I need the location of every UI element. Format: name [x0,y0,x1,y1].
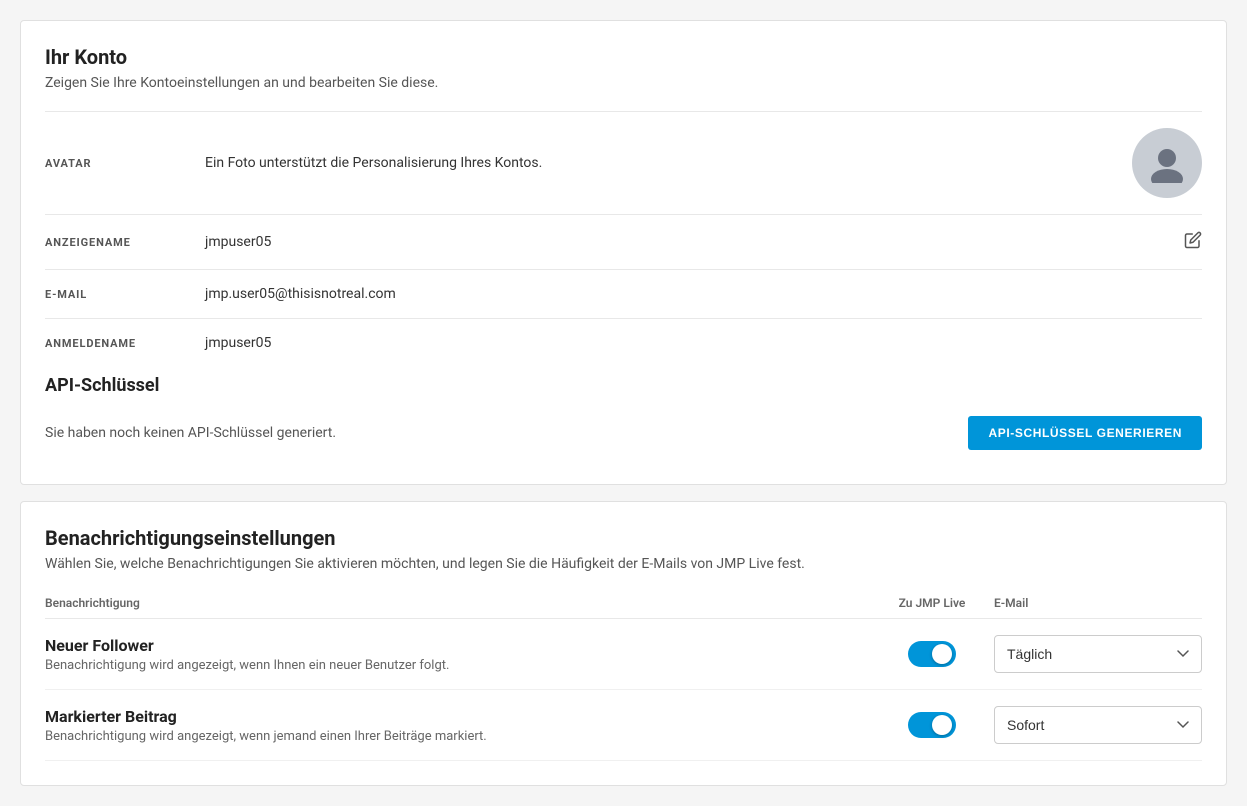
edit-display-name-icon[interactable] [1184,231,1202,253]
notifications-title: Benachrichtigungseinstellungen [45,526,1202,550]
display-name-label: ANZEIGENAME [45,236,205,249]
display-name-value: jmpuser05 [205,234,1184,250]
account-subtitle: Zeigen Sie Ihre Kontoeinstellungen an un… [45,75,1202,91]
display-name-row: ANZEIGENAME jmpuser05 [45,214,1202,269]
email-frequency-select[interactable]: SofortTäglichWöchentlichNie [994,635,1202,673]
header-jmp-live: Zu JMP Live [882,596,982,610]
notifications-rows: Neuer Follower Benachrichtigung wird ange… [45,619,1202,761]
header-email: E-Mail [982,596,1202,610]
notification-info: Markierter Beitrag Benachrichtigung wird … [45,707,882,744]
notification-description: Benachrichtigung wird angezeigt, wenn Ih… [45,658,882,673]
email-value: jmp.user05@thisisnotreal.com [205,286,1202,302]
avatar[interactable] [1132,128,1202,198]
page-wrapper: Ihr Konto Zeigen Sie Ihre Kontoeinstellu… [0,0,1247,806]
notification-toggle-col [882,712,982,738]
notification-select-col: SofortTäglichWöchentlichNie [982,706,1202,744]
notification-toggle[interactable] [908,712,956,738]
notification-info: Neuer Follower Benachrichtigung wird ange… [45,636,882,673]
account-card: Ihr Konto Zeigen Sie Ihre Kontoeinstellu… [20,20,1227,485]
api-description: Sie haben noch keinen API-Schlüssel gene… [45,425,336,441]
avatar-row: AVATAR Ein Foto unterstützt die Personal… [45,111,1202,214]
display-name-action [1184,231,1202,253]
person-icon [1147,143,1187,183]
toggle-slider [908,641,956,667]
notifications-subtitle: Wählen Sie, welche Benachrichtigungen Si… [45,556,1202,572]
api-row: Sie haben noch keinen API-Schlüssel gene… [45,406,1202,460]
avatar-label: AVATAR [45,157,205,170]
notification-name: Markierter Beitrag [45,707,882,726]
notification-row: Neuer Follower Benachrichtigung wird ange… [45,619,1202,690]
email-label: E-MAIL [45,288,205,301]
header-notification: Benachrichtigung [45,596,882,610]
avatar-description: Ein Foto unterstützt die Personalisierun… [205,155,1132,171]
email-frequency-select[interactable]: SofortTäglichWöchentlichNie [994,706,1202,744]
avatar-action [1132,128,1202,198]
notifications-table-header: Benachrichtigung Zu JMP Live E-Mail [45,588,1202,619]
toggle-slider [908,712,956,738]
email-row: E-MAIL jmp.user05@thisisnotreal.com [45,269,1202,318]
notifications-card: Benachrichtigungseinstellungen Wählen Si… [20,501,1227,786]
account-title: Ihr Konto [45,45,1202,69]
notification-toggle-col [882,641,982,667]
notification-toggle[interactable] [908,641,956,667]
login-name-value: jmpuser05 [205,335,1202,351]
generate-api-key-button[interactable]: API-SCHLÜSSEL GENERIEREN [968,416,1202,450]
login-name-label: ANMELDENAME [45,337,205,350]
notification-description: Benachrichtigung wird angezeigt, wenn je… [45,729,882,744]
notification-name: Neuer Follower [45,636,882,655]
login-name-row: ANMELDENAME jmpuser05 [45,318,1202,367]
notification-row: Markierter Beitrag Benachrichtigung wird … [45,690,1202,761]
api-section-title: API-Schlüssel [45,375,1202,396]
notification-select-col: SofortTäglichWöchentlichNie [982,635,1202,673]
